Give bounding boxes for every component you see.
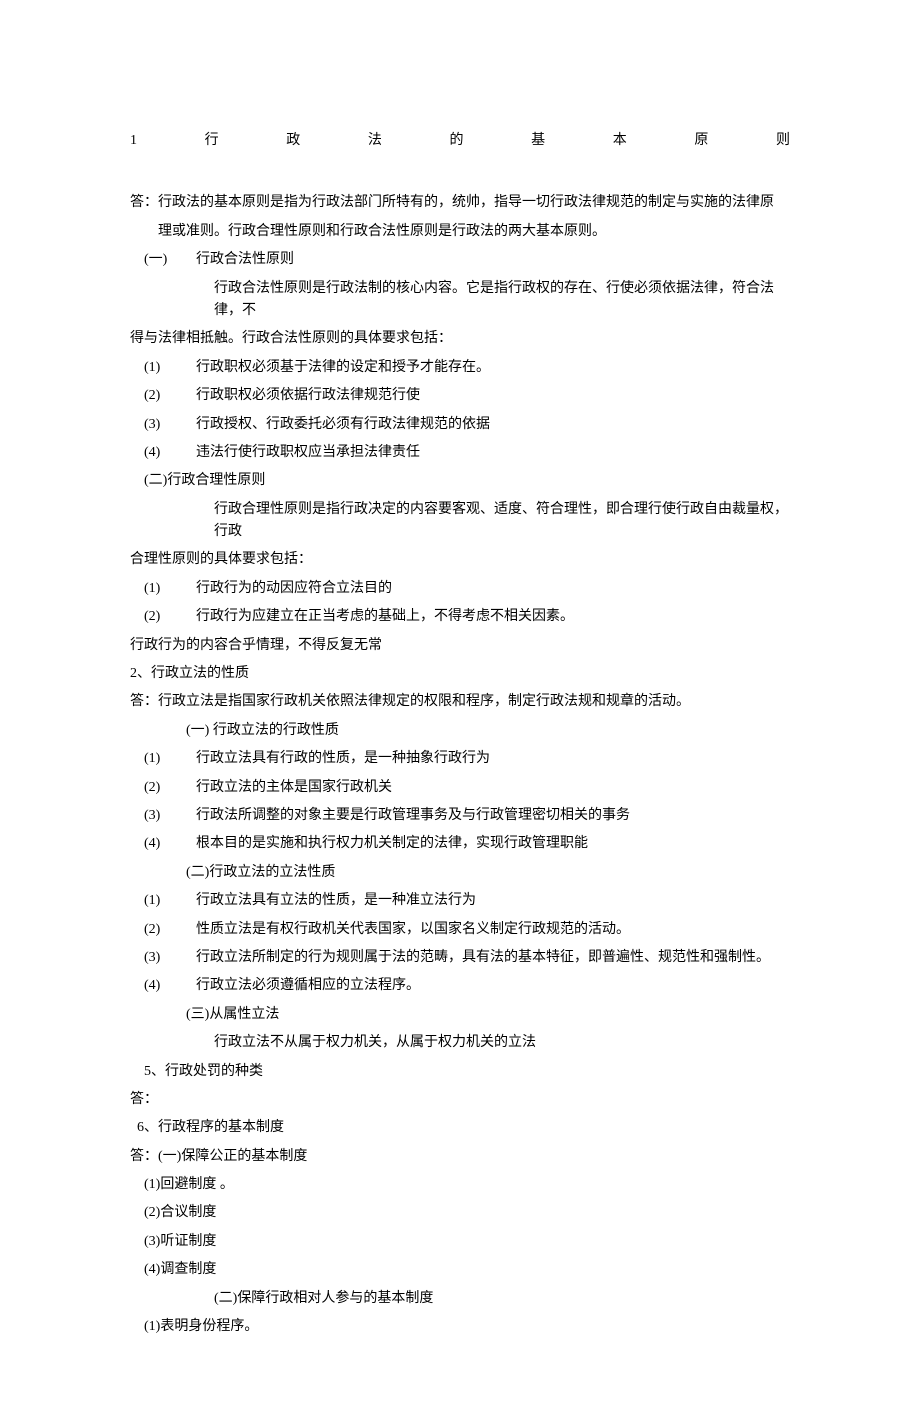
answer-5: 答： [130, 1089, 790, 1111]
item-num: (3) [144, 414, 172, 436]
list-item: (2) 行政职权必须依据行政法律规范行使 [144, 385, 790, 407]
list-item: (1) 行政立法具有行政的性质，是一种抽象行政行为 [144, 748, 790, 770]
item-text: 性质立法是有权行政机关代表国家，以国家名义制定行政规范的活动。 [196, 919, 790, 941]
text-line: 得与法律相抵触。行政合法性原则的具体要求包括： [130, 328, 790, 350]
item-num: (2) [144, 777, 172, 799]
list-item: (1) 行政行为的动因应符合立法目的 [144, 578, 790, 600]
list-item: (2)合议制度 [144, 1202, 790, 1224]
list-item: (3) 行政法所调整的对象主要是行政管理事务及与行政管理密切相关的事务 [144, 805, 790, 827]
item-num: (1) [144, 578, 172, 600]
item-num: (2) [144, 606, 172, 628]
list-item: (4) 行政立法必须遵循相应的立法程序。 [144, 975, 790, 997]
text-line: 行政立法不从属于权力机关，从属于权力机关的立法 [130, 1032, 790, 1054]
answer-6-line: 答：(一)保障公正的基本制度 [130, 1146, 790, 1168]
list-item: (3) 行政授权、行政委托必须有行政法律规范的依据 [144, 414, 790, 436]
list-item: (4) 根本目的是实施和执行权力机关制定的法律，实现行政管理职能 [144, 833, 790, 855]
item-text: 行政立法具有行政的性质，是一种抽象行政行为 [196, 748, 790, 770]
item-text: 行政法所调整的对象主要是行政管理事务及与行政管理密切相关的事务 [196, 805, 790, 827]
answer-prefix: 答： [130, 195, 158, 210]
answer-1: 答：行政法的基本原则是指为行政法部门所特有的，统帅，指导一切行政法律规范的制定与… [130, 192, 790, 657]
item-text: 行政授权、行政委托必须有行政法律规范的依据 [196, 414, 790, 436]
section-heading: (一) 行政立法的行政性质 [130, 720, 790, 742]
item-num: (4) [144, 833, 172, 855]
section-heading: (二)行政立法的立法性质 [130, 862, 790, 884]
item-num: (1) [144, 357, 172, 379]
section-heading: (三)从属性立法 [130, 1004, 790, 1026]
answer-text: 行政法的基本原则是指为行政法部门所特有的，统帅，指导一切行政法律规范的制定与实施… [158, 195, 774, 210]
list-item: (2) 行政行为应建立在正当考虑的基础上，不得考虑不相关因素。 [144, 606, 790, 628]
section-heading: (一) 行政合法性原则 [144, 249, 790, 271]
answer-line: 理或准则。行政合理性原则和行政合法性原则是行政法的两大基本原则。 [130, 221, 790, 243]
text-line: 行政合理性原则是指行政决定的内容要客观、适度、符合理性，即合理行使行政自由裁量权… [130, 499, 790, 544]
list-item: (3) 行政立法所制定的行为规则属于法的范畴，具有法的基本特征，即普遍性、规范性和… [144, 947, 790, 969]
title-char: 政 [286, 130, 300, 152]
item-text: 违法行使行政职权应当承担法律责任 [196, 442, 790, 464]
item-text: 行政立法的主体是国家行政机关 [196, 777, 790, 799]
list-item: (1) 行政职权必须基于法律的设定和授予才能存在。 [144, 357, 790, 379]
list-item: (3)听证制度 [144, 1231, 790, 1253]
section-num: (一) [144, 249, 172, 271]
section-heading: (二)保障行政相对人参与的基本制度 [130, 1288, 790, 1310]
list-item: (4) 违法行使行政职权应当承担法律责任 [144, 442, 790, 464]
list-item: (1) 行政立法具有立法的性质，是一种准立法行为 [144, 890, 790, 912]
document-page: 1 行 政 法 的 基 本 原 则 答：行政法的基本原则是指为行政法部门所特有的… [0, 0, 920, 1404]
question-2: 2、行政立法的性质 [130, 663, 790, 685]
item-num: (1) [144, 748, 172, 770]
text-line: 行政行为的内容合乎情理，不得反复无常 [130, 635, 790, 657]
item-text: 行政立法必须遵循相应的立法程序。 [196, 975, 790, 997]
item-text: 根本目的是实施和执行权力机关制定的法律，实现行政管理职能 [196, 833, 790, 855]
item-text: 行政职权必须依据行政法律规范行使 [196, 385, 790, 407]
list-item: (1)回避制度 。 [144, 1174, 790, 1196]
answer-2: 答：行政立法是指国家行政机关依照法律规定的权限和程序，制定行政法规和规章的活动。 [130, 691, 790, 713]
item-text: 行政立法所制定的行为规则属于法的范畴，具有法的基本特征，即普遍性、规范性和强制性… [196, 947, 790, 969]
text-line: 行政合法性原则是行政法制的核心内容。它是指行政权的存在、行使必须依据法律，符合法… [130, 278, 790, 323]
item-num: (4) [144, 975, 172, 997]
title-char: 行 [205, 130, 219, 152]
item-num: (2) [144, 385, 172, 407]
title-char: 则 [776, 130, 790, 152]
item-text: 行政行为的动因应符合立法目的 [196, 578, 790, 600]
item-num: (3) [144, 805, 172, 827]
title-char: 法 [368, 130, 382, 152]
list-item: (2) 性质立法是有权行政机关代表国家，以国家名义制定行政规范的活动。 [144, 919, 790, 941]
item-text: 行政行为应建立在正当考虑的基础上，不得考虑不相关因素。 [196, 606, 790, 628]
answer-line: 答：行政法的基本原则是指为行政法部门所特有的，统帅，指导一切行政法律规范的制定与… [130, 192, 790, 214]
list-item: (4)调查制度 [144, 1259, 790, 1281]
section-heading: (二)行政合理性原则 [144, 470, 790, 492]
question-5: 5、行政处罚的种类 [144, 1061, 790, 1083]
item-text: 行政职权必须基于法律的设定和授予才能存在。 [196, 357, 790, 379]
question-1-title: 1 行 政 法 的 基 本 原 则 [130, 130, 790, 152]
title-number: 1 [130, 130, 137, 152]
text-line: 合理性原则的具体要求包括： [130, 549, 790, 571]
item-text: 行政立法具有立法的性质，是一种准立法行为 [196, 890, 790, 912]
title-char: 基 [531, 130, 545, 152]
item-num: (4) [144, 442, 172, 464]
title-char: 的 [450, 130, 464, 152]
list-item: (2) 行政立法的主体是国家行政机关 [144, 777, 790, 799]
list-item: (1)表明身份程序。 [144, 1316, 790, 1338]
item-num: (1) [144, 890, 172, 912]
item-num: (2) [144, 919, 172, 941]
question-6: 6、行政程序的基本制度 [137, 1117, 790, 1139]
title-char: 原 [694, 130, 708, 152]
title-char: 本 [613, 130, 627, 152]
section-title: 行政合法性原则 [196, 249, 790, 271]
item-num: (3) [144, 947, 172, 969]
